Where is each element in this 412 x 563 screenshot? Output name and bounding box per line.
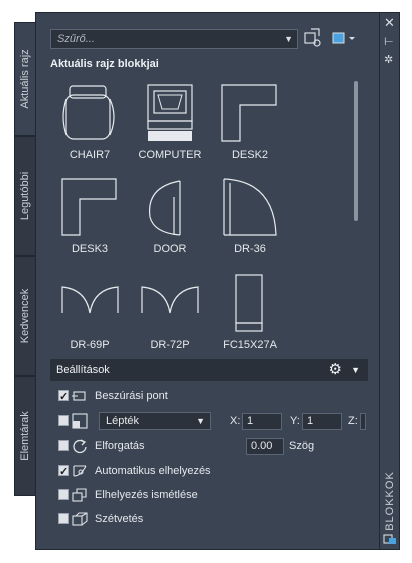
x-label: X: bbox=[230, 415, 241, 427]
palette-title-bar: ✕ ⊢ ✲ BLOKKOK bbox=[380, 12, 400, 550]
scale-select-value: Lépték bbox=[106, 415, 140, 427]
explode-label: Szétvetés bbox=[95, 513, 144, 525]
tab-current-drawing[interactable]: Aktuális rajz bbox=[14, 22, 36, 136]
section-title: Aktuális rajz blokkjai bbox=[50, 58, 159, 70]
y-field[interactable]: 1 bbox=[302, 413, 342, 430]
block-item-dr-36[interactable]: DR-36 bbox=[210, 173, 290, 259]
block-grid: CHAIR7 COMPUTER DESK2 DESK3 DOOR DR-36 D… bbox=[50, 79, 350, 355]
scale-checkbox[interactable] bbox=[58, 415, 69, 426]
block-label: COMPUTER bbox=[138, 149, 202, 161]
block-item-desk2[interactable]: DESK2 bbox=[210, 79, 290, 165]
insert-block-icon[interactable] bbox=[383, 531, 397, 545]
insertion-point-icon bbox=[72, 391, 86, 401]
scrollbar-thumb[interactable] bbox=[354, 81, 358, 221]
x-field[interactable]: 1 bbox=[242, 413, 282, 430]
rotation-label: Elforgatás bbox=[95, 440, 145, 452]
chevron-down-icon[interactable]: ▼ bbox=[284, 30, 293, 48]
auto-place-checkbox[interactable] bbox=[58, 463, 69, 481]
auto-place-icon bbox=[73, 465, 87, 477]
rotation-checkbox[interactable] bbox=[58, 440, 69, 451]
y-label: Y: bbox=[290, 415, 300, 427]
blocks-palette: Aktuális rajz Legutóbbi Kedvencek Elemtá… bbox=[14, 12, 400, 550]
rotation-angle-field[interactable]: 0.00 bbox=[246, 438, 284, 455]
chevron-down-icon[interactable]: ▼ bbox=[351, 359, 360, 381]
auto-place-label: Automatikus elhelyezés bbox=[95, 465, 211, 477]
explode-icon bbox=[72, 512, 88, 526]
block-label: DR-69P bbox=[70, 339, 110, 351]
block-label: DR-36 bbox=[234, 243, 266, 255]
block-label: FC15X27A bbox=[223, 339, 277, 351]
tab-libraries[interactable]: Elemtárak bbox=[14, 376, 36, 496]
explode-checkbox[interactable] bbox=[58, 513, 69, 524]
tab-label: Aktuális rajz bbox=[19, 49, 31, 109]
block-item-dr-72p[interactable]: DR-72P bbox=[130, 269, 210, 355]
insertion-point-checkbox[interactable] bbox=[58, 388, 69, 406]
block-item-dr-69p[interactable]: DR-69P bbox=[50, 269, 130, 355]
filter-input[interactable]: Szűrő... ▼ bbox=[50, 29, 298, 49]
block-item-chair7[interactable]: CHAIR7 bbox=[50, 79, 130, 165]
block-label: CHAIR7 bbox=[69, 149, 111, 161]
settings-title: Beállítások bbox=[56, 364, 110, 376]
repeat-icon bbox=[72, 488, 87, 502]
pin-icon[interactable]: ⊢ bbox=[384, 35, 394, 48]
angle-unit-label: Szög bbox=[289, 440, 315, 452]
chair-icon bbox=[62, 85, 115, 140]
door-icon bbox=[148, 180, 181, 236]
double-door-icon bbox=[61, 286, 119, 314]
scale-select[interactable]: Lépték ▼ bbox=[99, 412, 211, 430]
cabinet-icon bbox=[235, 274, 263, 332]
double-door-icon bbox=[141, 286, 199, 314]
insertion-point-label: Beszúrási pont bbox=[95, 390, 168, 402]
filter-placeholder: Szűrő... bbox=[57, 33, 95, 45]
door-swing-icon bbox=[223, 178, 277, 236]
tab-label: Legutóbbi bbox=[19, 171, 31, 221]
tab-strip: Aktuális rajz Legutóbbi Kedvencek Elemtá… bbox=[14, 12, 36, 550]
tab-favorites[interactable]: Kedvencek bbox=[14, 256, 36, 376]
block-label: DESK2 bbox=[231, 149, 269, 161]
tab-label: Kedvencek bbox=[19, 288, 31, 344]
tab-recent[interactable]: Legutóbbi bbox=[14, 136, 36, 256]
desk-icon bbox=[61, 178, 117, 236]
desk-icon bbox=[221, 84, 277, 142]
scale-icon bbox=[72, 413, 88, 429]
block-item-fc15x27a[interactable]: FC15X27A bbox=[210, 269, 290, 355]
rotate-icon bbox=[73, 439, 87, 454]
view-options-icon[interactable] bbox=[332, 28, 360, 50]
repeat-place-checkbox[interactable] bbox=[58, 489, 69, 500]
palette-content: Szűrő... ▼ Aktuális rajz blokkjai CHAIR7… bbox=[35, 12, 380, 550]
repeat-place-label: Elhelyezés ismétlése bbox=[95, 489, 198, 501]
close-icon[interactable]: ✕ bbox=[384, 15, 395, 31]
gear-icon[interactable]: ⚙ bbox=[329, 359, 342, 381]
block-item-computer[interactable]: COMPUTER bbox=[130, 79, 210, 165]
z-field[interactable] bbox=[360, 413, 366, 430]
palette-title: BLOKKOK bbox=[384, 471, 396, 531]
tab-label: Elemtárak bbox=[19, 411, 31, 461]
block-item-door[interactable]: DOOR bbox=[130, 173, 210, 259]
block-label: DESK3 bbox=[71, 243, 109, 255]
settings-header[interactable]: Beállítások ⚙ ▼ bbox=[50, 359, 368, 381]
block-item-desk3[interactable]: DESK3 bbox=[50, 173, 130, 259]
block-label: DR-72P bbox=[150, 339, 190, 351]
insert-block-icon[interactable] bbox=[304, 28, 322, 50]
computer-icon bbox=[147, 84, 193, 141]
block-label: DOOR bbox=[153, 243, 187, 255]
properties-icon[interactable]: ✲ bbox=[384, 53, 393, 66]
chevron-down-icon[interactable]: ▼ bbox=[196, 413, 205, 429]
z-label: Z: bbox=[348, 415, 358, 427]
